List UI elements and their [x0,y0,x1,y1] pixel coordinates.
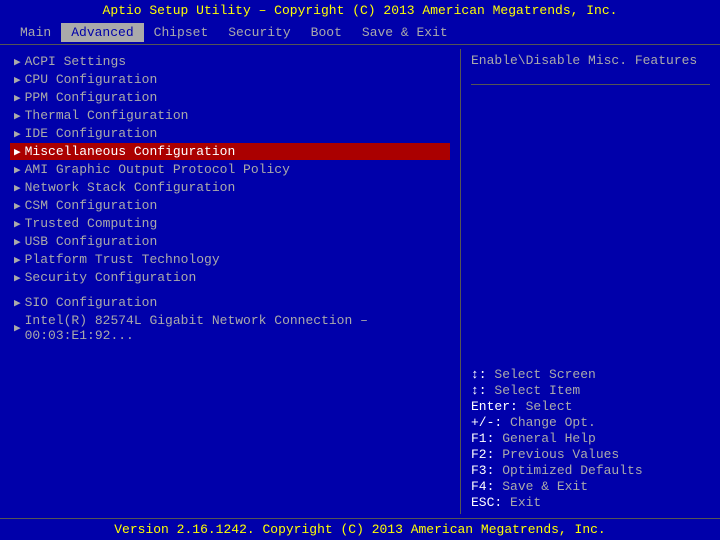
title-text: Aptio Setup Utility – Copyright (C) 2013… [103,3,618,18]
key-description: Select [526,399,573,414]
entry-label: Trusted Computing [25,216,158,231]
left-panel-entry[interactable]: ▶ USB Configuration [10,233,450,250]
entry-label: SIO Configuration [25,295,158,310]
entry-label: IDE Configuration [25,126,158,141]
key-label: ESC: [471,495,510,510]
key-description: Optimized Defaults [502,463,642,478]
divider-line [471,84,710,85]
help-line: ↕: Select Screen [471,367,710,382]
key-label: F2: [471,447,502,462]
left-panel-entry[interactable]: ▶ ACPI Settings [10,53,450,70]
entry-arrow-icon: ▶ [14,55,21,69]
menu-item-chipset[interactable]: Chipset [144,23,219,42]
menu-item-save---exit[interactable]: Save & Exit [352,23,458,42]
left-panel: ▶ ACPI Settings ▶ CPU Configuration ▶ PPM Con… [0,49,460,514]
entry-arrow-icon: ▶ [14,127,21,141]
key-label: ↕: [471,367,494,382]
entry-label: ACPI Settings [25,54,126,69]
key-description: Previous Values [502,447,619,462]
entry-label: Platform Trust Technology [25,252,220,267]
entry-label: Security Configuration [25,270,197,285]
key-description: Save & Exit [502,479,588,494]
help-line: ↕: Select Item [471,383,710,398]
entry-arrow-icon: ▶ [14,271,21,285]
entry-arrow-icon: ▶ [14,163,21,177]
entry-arrow-icon: ▶ [14,253,21,267]
left-panel-entry[interactable]: ▶ Network Stack Configuration [10,179,450,196]
key-label: Enter: [471,399,526,414]
footer-text: Version 2.16.1242. Copyright (C) 2013 Am… [114,522,605,537]
key-description: Select Item [494,383,580,398]
entry-arrow-icon: ▶ [14,145,21,159]
help-line: F4: Save & Exit [471,479,710,494]
entry-label: Network Stack Configuration [25,180,236,195]
entry-label: CPU Configuration [25,72,158,87]
entry-arrow-icon: ▶ [14,181,21,195]
entry-arrow-icon: ▶ [14,91,21,105]
help-text: ↕: Select Screen↕: Select ItemEnter: Sel… [471,367,710,510]
left-panel-entry[interactable]: ▶ AMI Graphic Output Protocol Policy [10,161,450,178]
help-line: F2: Previous Values [471,447,710,462]
entry-arrow-icon: ▶ [14,296,21,310]
right-panel: Enable\Disable Misc. Features ↕: Select … [460,49,720,514]
help-line: F1: General Help [471,431,710,446]
main-area: ▶ ACPI Settings ▶ CPU Configuration ▶ PPM Con… [0,45,720,518]
help-line: +/-: Change Opt. [471,415,710,430]
entry-label: Thermal Configuration [25,108,189,123]
menu-item-advanced[interactable]: Advanced [61,23,143,42]
entry-arrow-icon: ▶ [14,109,21,123]
menu-bar: MainAdvancedChipsetSecurityBootSave & Ex… [0,21,720,45]
left-panel-entry[interactable]: ▶ Platform Trust Technology [10,251,450,268]
right-description: Enable\Disable Misc. Features [471,53,710,68]
entry-label: PPM Configuration [25,90,158,105]
left-panel-entry[interactable]: ▶ Intel(R) 82574L Gigabit Network Connect… [10,312,450,344]
entry-label: CSM Configuration [25,198,158,213]
left-panel-entry[interactable]: ▶ CSM Configuration [10,197,450,214]
entry-arrow-icon: ▶ [14,217,21,231]
key-label: F3: [471,463,502,478]
entry-label: USB Configuration [25,234,158,249]
key-description: Change Opt. [510,415,596,430]
left-panel-entry[interactable]: ▶ Thermal Configuration [10,107,450,124]
key-description: Exit [510,495,541,510]
key-description: General Help [502,431,596,446]
key-label: ↕: [471,383,494,398]
left-panel-entry[interactable]: ▶ PPM Configuration [10,89,450,106]
entry-arrow-icon: ▶ [14,235,21,249]
key-label: F1: [471,431,502,446]
entry-label: Miscellaneous Configuration [25,144,236,159]
menu-item-boot[interactable]: Boot [301,23,352,42]
left-panel-entry[interactable]: ▶ IDE Configuration [10,125,450,142]
footer: Version 2.16.1242. Copyright (C) 2013 Am… [0,518,720,540]
entry-arrow-icon: ▶ [14,73,21,87]
entry-arrow-icon: ▶ [14,199,21,213]
entry-label: AMI Graphic Output Protocol Policy [25,162,290,177]
menu-item-main[interactable]: Main [10,23,61,42]
entry-label: Intel(R) 82574L Gigabit Network Connecti… [25,313,446,343]
left-panel-entry[interactable]: ▶ CPU Configuration [10,71,450,88]
left-panel-entry[interactable]: ▶ Trusted Computing [10,215,450,232]
help-line: ESC: Exit [471,495,710,510]
title-bar: Aptio Setup Utility – Copyright (C) 2013… [0,0,720,21]
left-panel-entry[interactable]: ▶ Security Configuration [10,269,450,286]
separator [10,287,450,293]
help-line: Enter: Select [471,399,710,414]
entry-arrow-icon: ▶ [14,321,21,335]
menu-item-security[interactable]: Security [218,23,300,42]
help-line: F3: Optimized Defaults [471,463,710,478]
key-description: Select Screen [494,367,595,382]
key-label: +/-: [471,415,510,430]
left-panel-entry[interactable]: ▶ Miscellaneous Configuration [10,143,450,160]
key-label: F4: [471,479,502,494]
left-panel-entry[interactable]: ▶ SIO Configuration [10,294,450,311]
